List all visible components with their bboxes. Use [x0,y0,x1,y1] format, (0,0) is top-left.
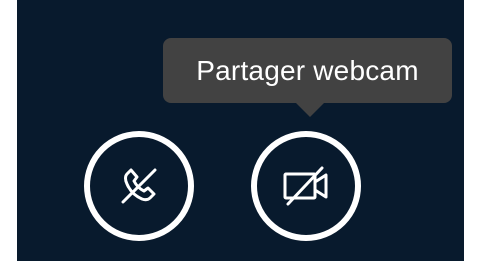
hangup-button[interactable] [84,131,194,241]
phone-hangup-icon [121,168,157,204]
webcam-tooltip: Partager webcam [163,38,452,117]
video-off-icon [283,166,328,206]
call-controls-area: Partager webcam [17,0,464,261]
tooltip-label: Partager webcam [196,54,419,86]
webcam-toggle-button[interactable] [251,131,361,241]
tooltip-arrow [296,103,324,117]
